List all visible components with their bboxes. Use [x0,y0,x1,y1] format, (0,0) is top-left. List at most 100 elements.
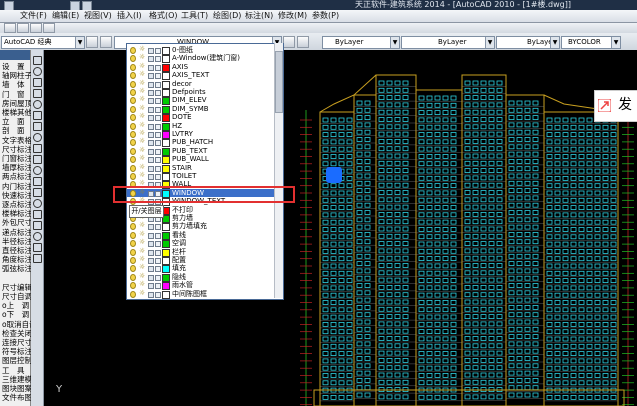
ellipse-arc-icon[interactable] [33,166,42,175]
bulb-icon[interactable] [130,257,136,264]
lock-icon[interactable] [148,48,154,54]
plot-icon[interactable] [155,232,161,239]
layer-row[interactable]: ☼ AXIS [127,62,275,72]
layer-row[interactable]: ☼ PUB_HATCH [127,138,275,148]
polyline-icon[interactable] [33,78,42,87]
layer-dropdown-list[interactable]: ☼ 0-图纸 ☼ A-Window(建筑门窗) ☼ AXIS ☼ AXIS_TEXT ☼ deco… [126,43,284,300]
tarch-menu-item[interactable]: 轴网柱子 [2,71,32,80]
layer-row[interactable]: ☼ 看线 [127,230,275,240]
tarch-menu-item[interactable]: 设 置 [2,62,25,71]
bulb-icon[interactable] [130,282,136,290]
layer-row[interactable]: ☼ 填充 [127,264,275,274]
line-icon[interactable] [33,56,42,65]
tarch-menu-item[interactable]: 图块图案 [2,384,32,393]
lock-icon[interactable] [148,64,154,71]
lock-icon[interactable] [148,81,154,88]
plot-icon[interactable] [155,174,161,180]
layer-row[interactable]: ☼ 剪力墙填充 [127,222,275,232]
lock-icon[interactable] [148,73,154,80]
menu-modify[interactable]: 修改(M) [278,10,307,22]
tarch-menu-item[interactable]: 连接尺寸 [2,338,32,347]
layer-row[interactable]: ☼ LVTRY [127,130,275,139]
sun-icon[interactable]: ☼ [139,138,145,145]
make-block-icon[interactable] [33,188,42,197]
sun-icon[interactable]: ☼ [139,104,145,111]
lock-icon[interactable] [148,249,154,256]
tarch-menu-item[interactable]: 墙 体 [2,80,25,89]
sun-icon[interactable]: ☼ [139,71,145,78]
layer-row[interactable]: ☼ 雨水管 [127,281,275,291]
region-icon[interactable] [33,232,42,241]
layer-row[interactable]: ☼ 中间陈图框 [127,289,275,299]
lock-icon[interactable] [148,241,154,248]
quick-access-icon[interactable] [82,1,92,10]
tarch-menu-item[interactable]: 两点标注 [2,172,32,181]
sun-icon[interactable]: ☼ [139,62,145,69]
sun-icon[interactable]: ☼ [139,79,145,86]
sun-icon[interactable]: ☼ [139,96,145,103]
lock-icon[interactable] [148,283,154,290]
ellipse-icon[interactable] [33,155,42,164]
menu-edit[interactable]: 编辑(E) [52,10,79,22]
tarch-menu-item[interactable]: 文字表格 [2,136,32,145]
layer-row[interactable]: ☼ HZ [127,121,275,131]
sun-icon[interactable]: ☼ [139,54,145,61]
bulb-icon[interactable] [130,47,136,54]
plot-icon[interactable] [155,132,161,138]
tarch-menu-item[interactable]: 角度标注 [2,255,32,264]
tarch-menu-item[interactable]: 图层控制 [2,356,32,365]
plot-icon[interactable] [155,283,161,290]
plot-icon[interactable] [155,140,161,147]
tarch-menu-item[interactable]: 尺寸标注 [2,145,32,154]
sun-icon[interactable]: ☼ [139,264,145,271]
bulb-icon[interactable] [130,164,136,172]
layer-row[interactable]: ☼ 隐线 [127,272,275,282]
bulb-icon[interactable] [130,89,136,96]
plot-icon[interactable] [155,266,161,273]
bulb-icon[interactable] [130,131,136,138]
plot-icon[interactable] [155,48,161,54]
layer-row[interactable]: ☼ PUB_TEXT [127,146,275,156]
bulb-icon[interactable] [130,105,136,113]
new-icon[interactable] [4,23,16,33]
tarch-menu-item[interactable]: 立 面 [2,117,25,126]
tarch-menu-item[interactable]: o下 调 [2,310,29,319]
lock-icon[interactable] [148,106,154,113]
bulb-icon[interactable] [130,114,136,122]
bulb-icon[interactable] [130,265,136,273]
plot-icon[interactable] [155,291,161,298]
sun-icon[interactable]: ☼ [139,163,145,170]
tarch-menu-item[interactable]: 楼梯其他 [2,108,32,117]
menu-format[interactable]: 格式(O) [149,10,178,22]
sun-icon[interactable]: ☼ [139,247,145,254]
sun-icon[interactable]: ☼ [139,222,145,229]
plot-icon[interactable] [155,157,161,164]
sun-icon[interactable]: ☼ [139,281,145,288]
tarch-menu-item[interactable]: 工 具 [2,366,25,375]
open-icon[interactable] [17,23,29,33]
lock-icon[interactable] [148,90,154,96]
plot-icon[interactable] [155,98,161,105]
plot-icon[interactable] [155,64,161,71]
layer-row[interactable]: ☼ DIM_SYMB [127,104,275,114]
table-icon[interactable] [33,243,42,252]
bulb-icon[interactable] [130,97,136,105]
lock-icon[interactable] [148,140,154,147]
point-icon[interactable] [33,199,42,208]
sun-icon[interactable]: ☼ [139,256,145,263]
plot-icon[interactable] [155,73,161,80]
gradient-icon[interactable] [33,221,42,230]
menu-file[interactable]: 文件(F) [20,10,47,22]
tarch-menu-item[interactable]: o上 调 [2,301,29,310]
tarch-menu-item[interactable]: 墙厚标注 [2,163,32,172]
plot-icon[interactable] [155,148,161,155]
sun-icon[interactable]: ☼ [139,46,145,53]
polygon-icon[interactable] [33,89,42,98]
bulb-icon[interactable] [130,290,136,298]
layer-row[interactable]: ☼ 0-图纸 [127,46,275,55]
workspace-select[interactable]: AutoCAD 经典 ▼ [1,36,85,49]
plotstyle-select[interactable]: BYCOLOR ▼ [561,36,621,49]
tarch-menu-item[interactable]: 逐点标注 [2,200,32,209]
app-menu-icon[interactable] [4,1,14,10]
layer-row[interactable]: ☼ STAIR [127,163,275,173]
